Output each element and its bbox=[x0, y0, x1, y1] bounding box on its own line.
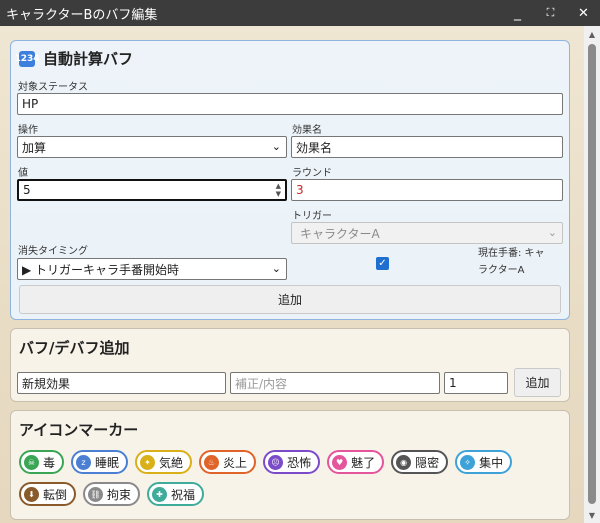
expire-timing-value: ▶ トリガーキャラ手番開始時 bbox=[22, 262, 180, 277]
target-status-input[interactable]: HP bbox=[17, 93, 563, 115]
sleep-icon: z bbox=[76, 454, 92, 470]
numbers-icon: 1234 bbox=[14, 50, 40, 67]
operation-label: 操作 bbox=[18, 125, 38, 136]
auto-calc-buff-panel: 1234 自動計算バフ 対象ステータス HP 操作 加算 ⌄ 効果名 効果名 値… bbox=[10, 40, 570, 320]
buff-debuff-panel: バフ/デバフ追加 新規効果 補正/内容 1 追加 bbox=[10, 328, 570, 402]
focus-icon: ✧ bbox=[460, 454, 476, 470]
marker-label: 魅了 bbox=[351, 455, 376, 470]
charm-icon: ♥ bbox=[332, 454, 348, 470]
icon-marker-title: アイコンマーカー bbox=[19, 421, 139, 439]
marker-fear[interactable]: ☹ 恐怖 bbox=[263, 450, 321, 474]
fear-icon: ☹ bbox=[268, 454, 284, 470]
spinner-arrows-icon[interactable]: ▲ ▼ bbox=[276, 182, 281, 198]
chevron-down-icon: ⌄ bbox=[271, 140, 281, 153]
round-value: 3 bbox=[296, 183, 304, 197]
marker-label: 祝福 bbox=[171, 487, 196, 502]
current-turn-line2: ラクターA bbox=[478, 265, 525, 276]
maximize-button[interactable]: ⛶ bbox=[534, 0, 567, 26]
marker-label: 気絶 bbox=[159, 455, 184, 470]
stun-icon: ✦ bbox=[140, 454, 156, 470]
poison-icon: ☠ bbox=[24, 454, 39, 470]
marker-stealth[interactable]: ◉ 隠密 bbox=[391, 450, 449, 474]
stealth-icon: ◉ bbox=[396, 454, 412, 470]
vertical-scrollbar[interactable]: ▲ ▼ bbox=[584, 26, 600, 523]
operation-value: 加算 bbox=[22, 140, 47, 155]
titlebar: キャラクターBのバフ編集 _ ⛶ ✕ bbox=[0, 0, 600, 26]
target-status-value: HP bbox=[22, 97, 39, 111]
buff-content-placeholder: 補正/内容 bbox=[235, 376, 288, 391]
marker-burn[interactable]: ♨ 炎上 bbox=[199, 450, 257, 474]
prone-icon: ⬇ bbox=[24, 486, 39, 502]
marker-blessing[interactable]: ✚ 祝福 bbox=[147, 482, 205, 506]
effect-name-value: 効果名 bbox=[296, 140, 333, 155]
buff-edit-window: キャラクターBのバフ編集 _ ⛶ ✕ 1234 自動計算バフ 対象ステータス H… bbox=[0, 0, 600, 523]
marker-row-2: ⬇ 転倒 ⛓ 拘束 ✚ 祝福 bbox=[19, 482, 205, 506]
scroll-thumb[interactable] bbox=[588, 44, 596, 504]
marker-restrain[interactable]: ⛓ 拘束 bbox=[83, 482, 141, 506]
blessing-icon: ✚ bbox=[152, 486, 168, 502]
chevron-down-icon: ⌄ bbox=[271, 262, 281, 275]
minimize-button[interactable]: _ bbox=[501, 0, 534, 26]
effect-name-label: 効果名 bbox=[292, 125, 322, 136]
operation-select[interactable]: 加算 ⌄ bbox=[17, 136, 287, 158]
expire-timing-label: 消失タイミング bbox=[18, 246, 88, 257]
buff-debuff-title: バフ/デバフ追加 bbox=[19, 339, 130, 357]
value-label: 値 bbox=[18, 168, 28, 179]
marker-row-1: ☠ 毒 z 睡眠 ✦ 気絶 ♨ 炎上 ☹ 恐怖 ♥ 魅了 ◉ 隠密 ✧ 集中 bbox=[19, 450, 513, 474]
marker-sleep[interactable]: z 睡眠 bbox=[71, 450, 129, 474]
target-status-label: 対象ステータス bbox=[18, 82, 88, 93]
marker-label: 拘束 bbox=[107, 487, 132, 502]
current-turn-note: 現在手番: キャ ラクターA bbox=[478, 245, 545, 279]
buff-content-input[interactable]: 補正/内容 bbox=[230, 372, 440, 394]
close-button[interactable]: ✕ bbox=[567, 0, 600, 26]
marker-focus[interactable]: ✧ 集中 bbox=[455, 450, 513, 474]
auto-calc-add-button[interactable]: 追加 bbox=[19, 285, 561, 314]
marker-label: 転倒 bbox=[43, 487, 68, 502]
window-title: キャラクターBのバフ編集 bbox=[6, 7, 158, 23]
scroll-up-arrow-icon[interactable]: ▲ bbox=[584, 26, 600, 42]
auto-calc-title: 1234 自動計算バフ bbox=[14, 48, 134, 69]
value-value: 5 bbox=[23, 183, 31, 197]
content-area: 1234 自動計算バフ 対象ステータス HP 操作 加算 ⌄ 効果名 効果名 値… bbox=[0, 26, 584, 523]
buff-rounds-input[interactable]: 1 bbox=[444, 372, 508, 394]
burn-icon: ♨ bbox=[204, 454, 220, 470]
auto-calc-title-text: 自動計算バフ bbox=[43, 50, 134, 68]
trigger-select: キャラクターA ⌄ bbox=[291, 222, 563, 244]
trigger-value: キャラクターA bbox=[300, 226, 380, 241]
marker-poison[interactable]: ☠ 毒 bbox=[19, 450, 65, 474]
chevron-down-icon: ⌄ bbox=[547, 226, 557, 239]
expire-timing-select[interactable]: ▶ トリガーキャラ手番開始時 ⌄ bbox=[17, 258, 287, 280]
marker-stun[interactable]: ✦ 気絶 bbox=[135, 450, 193, 474]
marker-label: 恐怖 bbox=[287, 455, 312, 470]
marker-charm[interactable]: ♥ 魅了 bbox=[327, 450, 385, 474]
marker-label: 集中 bbox=[479, 455, 504, 470]
marker-label: 睡眠 bbox=[95, 455, 120, 470]
effect-name-input[interactable]: 効果名 bbox=[291, 136, 563, 158]
value-input[interactable]: 5 ▲ ▼ bbox=[17, 179, 287, 201]
round-input[interactable]: 3 bbox=[291, 179, 563, 201]
buff-rounds-value: 1 bbox=[449, 376, 457, 390]
icon-marker-panel: アイコンマーカー ☠ 毒 z 睡眠 ✦ 気絶 ♨ 炎上 ☹ 恐怖 ♥ 魅了 ◉ 隠密 ✧ 集中 ⬇ 転倒 ⛓ 拘束 ✚… bbox=[10, 410, 570, 520]
buff-name-input[interactable]: 新規効果 bbox=[17, 372, 226, 394]
marker-label: 隠密 bbox=[415, 455, 440, 470]
scroll-down-arrow-icon[interactable]: ▼ bbox=[584, 507, 600, 523]
current-turn-line1: 現在手番: キャ bbox=[478, 248, 545, 259]
trigger-label: トリガー bbox=[292, 211, 332, 222]
buff-add-button[interactable]: 追加 bbox=[514, 368, 561, 397]
round-label: ラウンド bbox=[292, 168, 332, 179]
marker-label: 炎上 bbox=[223, 455, 248, 470]
restrain-icon: ⛓ bbox=[88, 486, 104, 502]
marker-label: 毒 bbox=[43, 455, 56, 470]
enable-checkbox[interactable]: ✓ bbox=[376, 257, 389, 270]
buff-name-value: 新規効果 bbox=[22, 376, 71, 391]
marker-prone[interactable]: ⬇ 転倒 bbox=[19, 482, 77, 506]
